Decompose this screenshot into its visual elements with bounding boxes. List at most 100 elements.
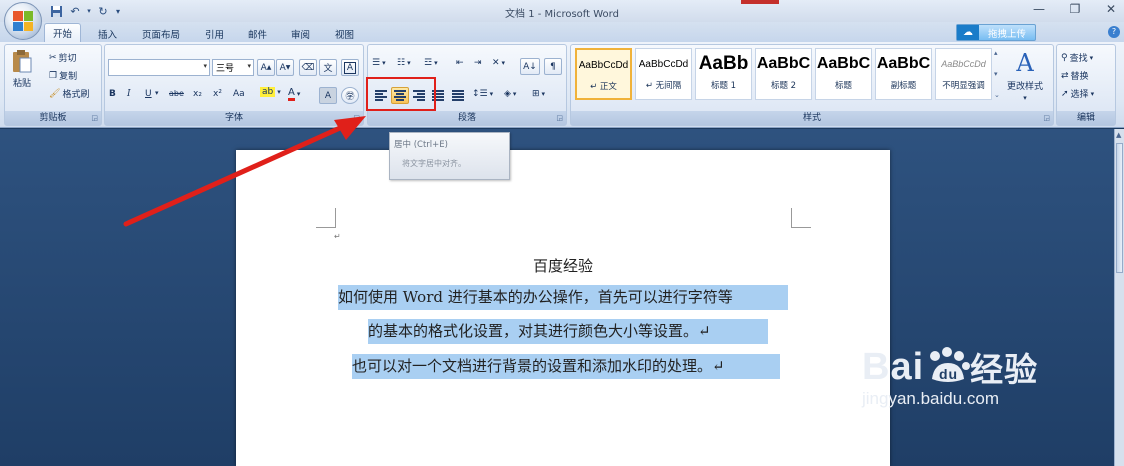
strikethrough-button[interactable]: abe [169, 89, 184, 98]
style-title[interactable]: AaBbC 标题 [815, 48, 872, 100]
chevron-down-icon: ▾ [1090, 89, 1095, 98]
highlight-color-button[interactable]: ab ▾ [260, 87, 281, 97]
chevron-down-icon: ▾ [296, 90, 301, 98]
document-heading[interactable]: 百度经验 [236, 255, 890, 276]
grow-font-button[interactable]: A ▲ [257, 59, 275, 76]
font-launcher-icon[interactable]: ◲ [353, 114, 360, 122]
styles-scroll[interactable]: ▴ ▾ ⌄ [994, 49, 1003, 99]
chevron-down-icon: ▾ [277, 88, 281, 96]
format-painter-button[interactable]: 🖌 格式刷 [49, 87, 89, 101]
watermark-brand-text: Bai [862, 345, 925, 388]
help-icon[interactable]: ? [1108, 26, 1120, 38]
style-name: ↵ 无间隔 [645, 81, 682, 91]
select-button[interactable]: ➚ 选择 ▾ [1061, 87, 1095, 101]
tab-home[interactable]: 开始 [44, 23, 82, 43]
tab-insert[interactable]: 插入 [90, 25, 125, 43]
cloud-icon: ☁ [957, 25, 979, 40]
clipboard-launcher-icon[interactable]: ◲ [91, 114, 98, 122]
style-name: 副标题 [890, 81, 917, 91]
phonetic-guide-button[interactable]: 文 [319, 59, 337, 76]
paint-bucket-icon: ◈ [504, 89, 511, 99]
distributed-button[interactable] [449, 87, 467, 104]
style-normal[interactable]: AaBbCcDd ↵ 正文 [575, 48, 632, 100]
paste-button[interactable]: 粘贴 [11, 49, 33, 89]
italic-button[interactable]: I [127, 89, 131, 99]
cut-button[interactable]: ✂ 剪切 [49, 51, 77, 65]
multilevel-list-button[interactable]: ☲ ▾ [424, 58, 438, 68]
enclose-char-button[interactable]: ㊫ [341, 87, 359, 104]
paste-icon [13, 50, 32, 73]
watermark-url: jingyan.baidu.com [862, 389, 1000, 408]
change-styles-icon: A [1016, 49, 1034, 77]
style-heading-2[interactable]: AaBbC 标题 2 [755, 48, 812, 100]
style-no-spacing[interactable]: AaBbCcDd ↵ 无间隔 [635, 48, 692, 100]
document-line[interactable]: 如何使用 Word 进行基本的办公操作，首先可以进行字符等 [338, 285, 788, 310]
scroll-up-icon[interactable]: ▲ [1116, 131, 1121, 139]
superscript-button[interactable]: x² [213, 89, 222, 99]
show-marks-button[interactable]: ¶ [544, 58, 562, 75]
copy-button[interactable]: ❐ 复制 [49, 69, 77, 83]
style-subtle-emphasis[interactable]: AaBbCcDd 不明显强调 [935, 48, 992, 100]
subscript-button[interactable]: x₂ [193, 89, 202, 99]
clear-format-button[interactable]: ⌫ [299, 59, 317, 76]
numbering-button[interactable]: ☷ ▾ [397, 58, 411, 68]
numbering-icon: ☷ [397, 58, 406, 68]
shrink-font-button[interactable]: A ▼ [276, 59, 294, 76]
styles-launcher-icon[interactable]: ◲ [1043, 114, 1050, 122]
font-color-button[interactable]: A ▾ [288, 87, 300, 101]
chevron-up-icon[interactable]: ▴ [994, 49, 1003, 57]
char-border-button[interactable]: A [341, 59, 359, 76]
chevron-down-icon[interactable]: ▾ [994, 70, 1003, 78]
style-subtitle[interactable]: AaBbC 副标题 [875, 48, 932, 100]
sort-button[interactable]: A↓ [520, 58, 540, 75]
font-name-combo[interactable]: ▾ [108, 59, 210, 76]
line-spacing-button[interactable]: ↕☰ ▾ [472, 89, 493, 99]
document-line[interactable]: 也可以对一个文档进行背景的设置和添加水印的处理。↵ [352, 354, 780, 379]
scrollbar-thumb[interactable] [1116, 143, 1123, 273]
watermark-brand-text: 经验 [970, 351, 1039, 388]
change-case-button[interactable]: Aa [233, 89, 245, 99]
font-size-combo[interactable]: 三号 ▾ [212, 59, 254, 76]
replace-button[interactable]: ⇄ 替换 [1061, 69, 1089, 83]
phonetic-icon: 文 [323, 64, 333, 74]
chevron-down-icon: ▾ [247, 62, 251, 70]
minimize-icon[interactable]: — [1032, 2, 1046, 16]
tab-references[interactable]: 引用 [197, 25, 232, 43]
drag-upload-button[interactable]: ☁ 拖拽上传 [956, 24, 1036, 41]
tab-view[interactable]: 视图 [327, 25, 362, 43]
bullets-button[interactable]: ☰ ▾ [372, 58, 386, 68]
char-shading-button[interactable]: A [319, 87, 337, 104]
char-scaling-button[interactable]: ✕ ▾ [492, 58, 505, 68]
vertical-scrollbar[interactable]: ▲ [1114, 129, 1124, 466]
document-line[interactable]: 的基本的格式化设置，对其进行颜色大小等设置。↵ [368, 319, 768, 344]
close-icon[interactable]: ✕ [1104, 2, 1118, 16]
underline-button[interactable]: U [145, 89, 152, 99]
decrease-indent-button[interactable]: ⇤ [456, 58, 464, 68]
style-name: 标题 2 [770, 81, 797, 91]
paragraph-group-label: 段落 [368, 111, 566, 125]
change-styles-button[interactable]: A 更改样式 ▾ [1007, 49, 1043, 102]
more-styles-icon[interactable]: ⌄ [994, 91, 1003, 99]
binoculars-icon: ⚲ [1061, 52, 1068, 63]
underline-dropdown-icon[interactable]: ▾ [155, 89, 159, 97]
tab-mailings[interactable]: 邮件 [240, 25, 275, 43]
office-logo-icon [13, 11, 33, 31]
bold-button[interactable]: B [109, 89, 116, 99]
office-button[interactable] [4, 2, 42, 40]
borders-button[interactable]: ⊞ ▾ [532, 89, 545, 99]
tab-review[interactable]: 审阅 [283, 25, 318, 43]
find-button[interactable]: ⚲ 查找 ▾ [1061, 51, 1093, 65]
chevron-down-icon: ▾ [407, 59, 411, 67]
shading-button[interactable]: ◈ ▾ [504, 89, 516, 99]
restore-icon[interactable]: ❐ [1068, 2, 1082, 16]
style-heading-1[interactable]: AaBb 标题 1 [695, 48, 752, 100]
paragraph-launcher-icon[interactable]: ◲ [556, 114, 563, 122]
tooltip-description: 将文字居中对齐。 [402, 159, 466, 168]
style-name: 标题 [834, 81, 852, 91]
document-page[interactable]: ↵ 百度经验 如何使用 Word 进行基本的办公操作，首先可以进行字符等 的基本… [236, 150, 890, 466]
brush-icon: 🖌 [49, 88, 61, 99]
chevron-down-icon: ▾ [1023, 94, 1027, 102]
increase-indent-button[interactable]: ⇥ [474, 58, 482, 68]
chevron-down-icon: ▾ [203, 62, 207, 70]
tab-page-layout[interactable]: 页面布局 [134, 25, 188, 43]
